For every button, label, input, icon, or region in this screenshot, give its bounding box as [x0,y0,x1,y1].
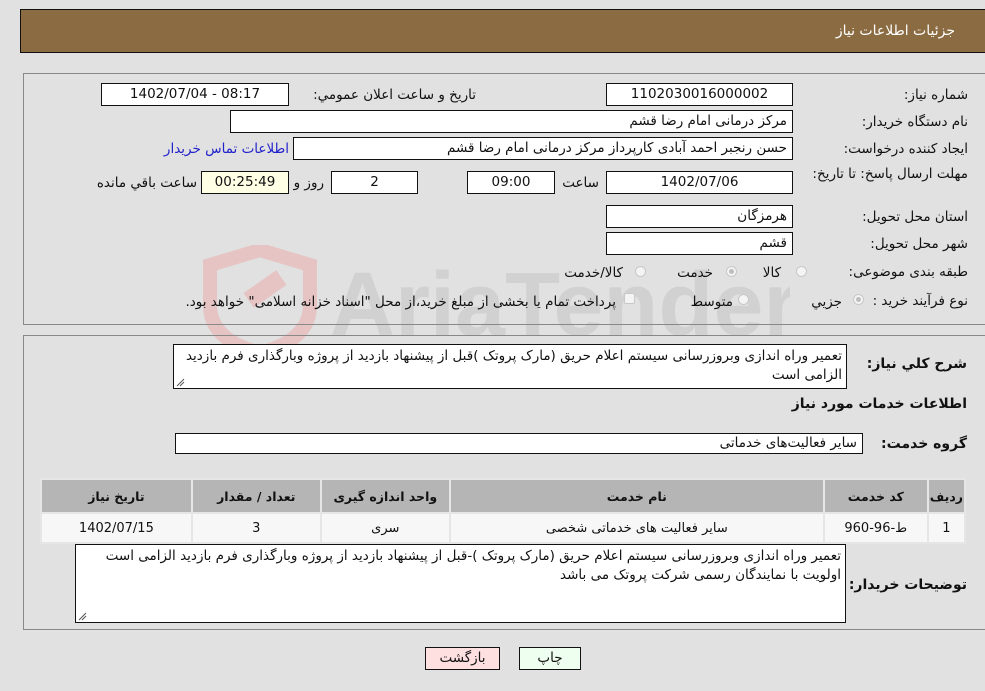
deadline-time-label: ساعت [562,175,599,191]
purchase-medium-label: متوسط [690,294,733,310]
cell-service-name: سایر فعالیت های خدماتی شخصی [448,512,825,544]
remaining-time-label: ساعت باقي مانده [96,175,197,191]
description-textarea[interactable]: تعمیر وراه اندازی وبروزرسانی سیستم اعلام… [173,344,847,389]
province-field: هرمزگان [606,205,793,228]
treasury-bonds-checkbox[interactable] [624,293,635,304]
category-goods-service-label: کالا/خدمت [564,265,623,281]
category-service-radio[interactable] [726,266,737,277]
need-number-field: 1102030016000002 [606,83,793,106]
requester-label: ایجاد کننده درخواست: [843,141,968,157]
need-number-label: شماره نیاز: [903,87,968,103]
services-table: ردیف کد خدمت نام خدمت واحد اندازه گیری ت… [40,478,967,544]
purchase-minor-label: جزيي [811,294,842,310]
requester-field: حسن رنجبر احمد آبادی کارپرداز مرکز درمان… [293,137,793,160]
column-header-need-date: تاریخ نیاز [40,478,193,514]
page-header: جزئیات اطلاعات نیاز [20,9,985,53]
services-section-title: اطلاعات خدمات مورد نیاز [791,396,967,412]
province-label: استان محل تحویل: [862,209,968,225]
treasury-bonds-note: پرداخت تمام یا بخشی از مبلغ خرید،از محل … [185,294,616,310]
cell-quantity: 3 [190,512,322,544]
purchase-medium-radio[interactable] [738,294,749,305]
column-header-service-name: نام خدمت [448,478,825,514]
column-header-unit: واحد اندازه گیری [319,478,451,514]
days-remaining-field: 2 [331,171,418,194]
days-label: روز و [293,175,324,191]
city-field: قشم [606,232,793,255]
description-label: شرح کلي نیاز: [866,356,967,372]
buyer-notes-text: تعمیر وراه اندازی وبروزرسانی سیستم اعلام… [105,548,841,583]
column-header-service-code: کد خدمت [822,478,929,514]
city-label: شهر محل تحویل: [870,236,968,252]
buyer-notes-label: توضیحات خریدار: [848,577,967,593]
deadline-time-field: 09:00 [467,171,555,194]
remaining-time-field: 00:25:49 [201,171,289,194]
buyer-org-field: مرکز درمانی امام رضا قشم [230,110,793,133]
purchase-minor-radio[interactable] [853,294,864,305]
column-header-quantity: تعداد / مقدار [190,478,322,514]
cell-need-date: 1402/07/15 [40,512,193,544]
category-goods-label: کالا [762,265,781,281]
announce-datetime-field: 1402/07/04 - 08:17 [101,83,289,106]
table-header-row: ردیف کد خدمت نام خدمت واحد اندازه گیری ت… [40,478,967,514]
buyer-contact-link[interactable]: اطلاعات تماس خریدار [164,141,289,157]
service-group-field: سایر فعالیت‌های خدماتی [175,433,863,454]
category-service-label: خدمت [677,265,713,281]
print-button[interactable]: چاپ [519,647,581,670]
cell-service-code: ط-96-960 [822,512,929,544]
service-group-label: گروه خدمت: [881,436,967,452]
purchase-type-label: نوع فرآیند خرید : [872,293,968,309]
category-label: طبقه بندی موضوعی: [848,264,968,280]
announce-datetime-label: تاریخ و ساعت اعلان عمومي: [313,87,476,103]
cell-row-number: 1 [926,512,967,544]
column-header-row-number: ردیف [926,478,967,514]
description-text: تعمیر وراه اندازی وبروزرسانی سیستم اعلام… [185,348,842,383]
table-row: 1 ط-96-960 سایر فعالیت های خدماتی شخصی س… [40,512,967,544]
resize-handle-icon[interactable] [78,612,87,621]
category-goods-service-radio[interactable] [635,266,646,277]
resize-handle-icon[interactable] [176,378,185,387]
buyer-org-label: نام دستگاه خریدار: [861,114,968,130]
deadline-date-field: 1402/07/06 [606,171,793,194]
buyer-notes-textarea[interactable]: تعمیر وراه اندازی وبروزرسانی سیستم اعلام… [75,544,846,623]
page-title: جزئیات اطلاعات نیاز [835,23,955,39]
back-button[interactable]: بازگشت [425,647,500,670]
cell-unit: سری [319,512,451,544]
category-goods-radio[interactable] [796,266,807,277]
deadline-label: مهلت ارسال پاسخ: تا تاریخ: [812,166,968,182]
